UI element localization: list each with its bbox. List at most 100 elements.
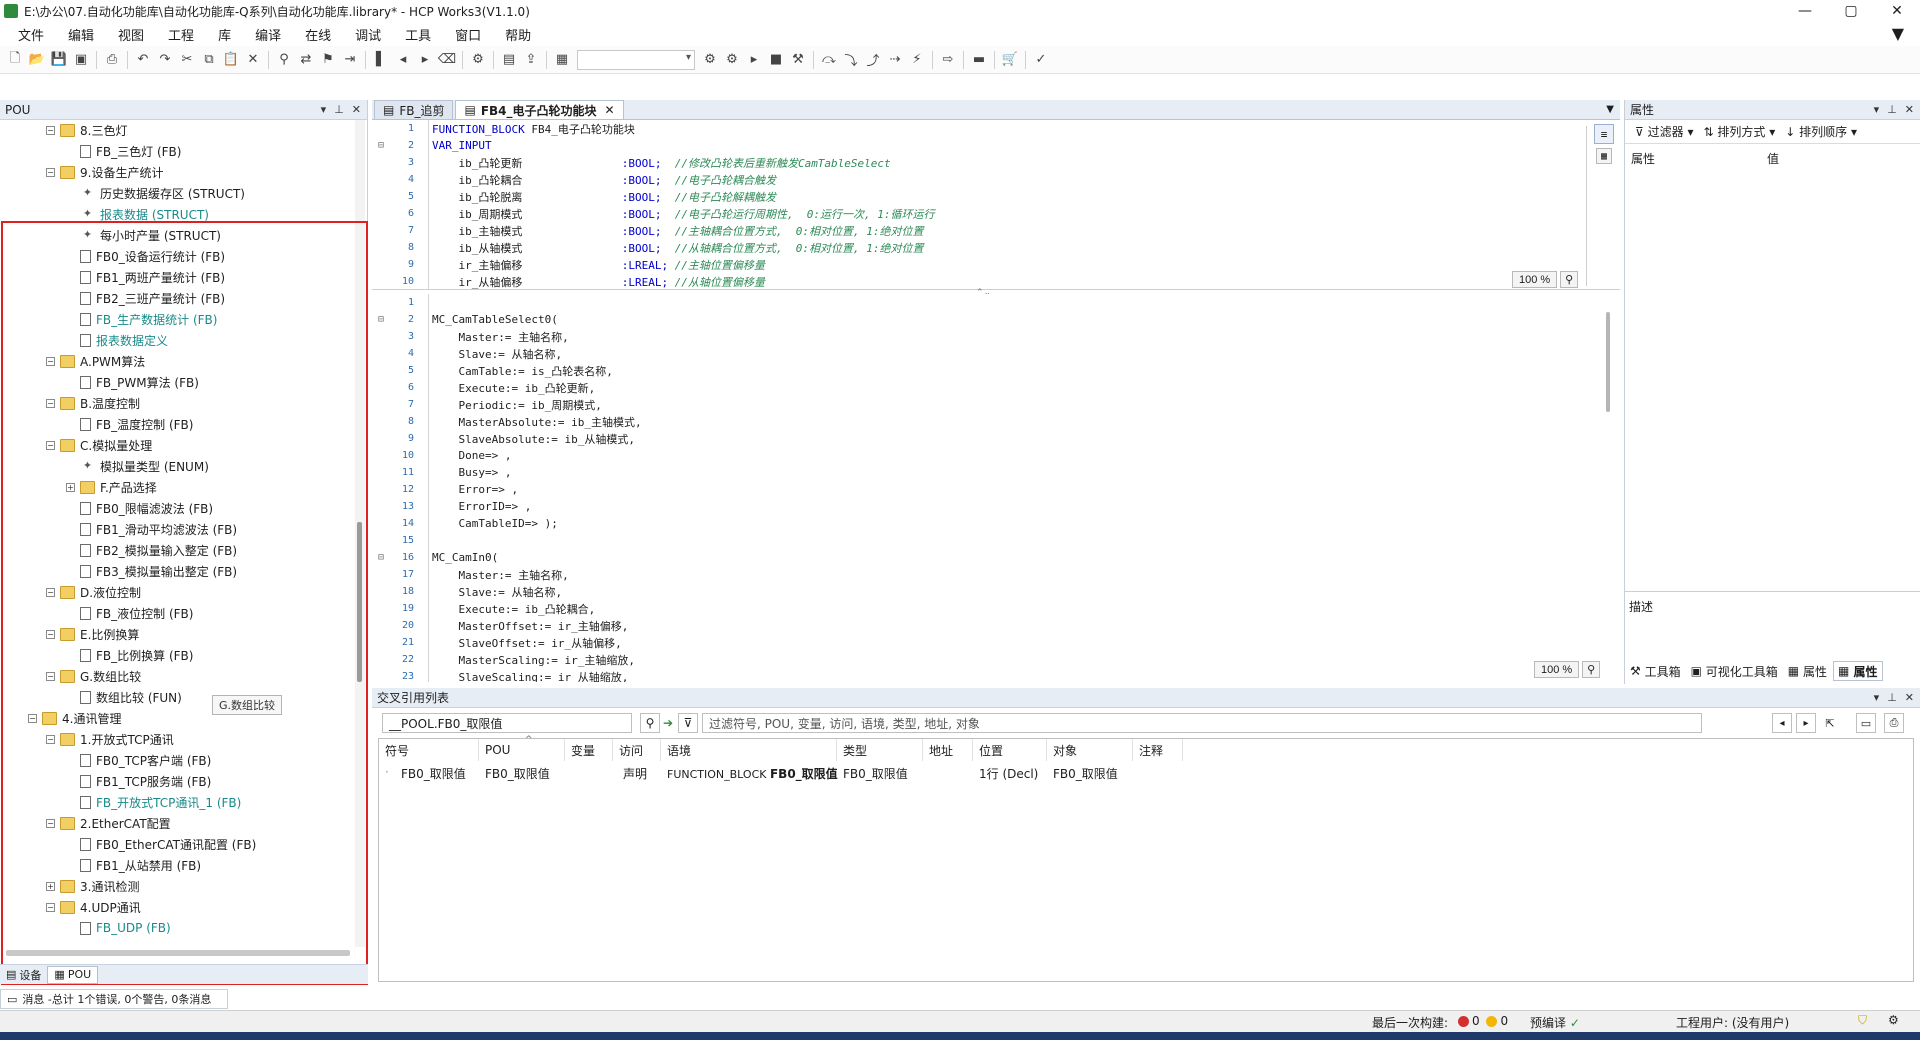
funnel-icon[interactable]: ▼ — [1892, 24, 1904, 43]
copy-icon[interactable]: ⧉ — [198, 49, 220, 71]
expand-icon[interactable]: + — [66, 482, 75, 492]
collapse-icon[interactable]: − — [46, 818, 55, 828]
build-errors[interactable]: 0 0 — [1455, 1014, 1508, 1028]
collapse-icon[interactable]: − — [46, 671, 55, 681]
tab-visual-toolbox[interactable]: ▣ 可视化工具箱 — [1687, 661, 1782, 681]
tree-item[interactable]: − C.模拟量处理 — [46, 435, 152, 455]
collapse-icon[interactable]: − — [46, 734, 55, 744]
tab-fb4-cam[interactable]: ▤ FB4_电子凸轮功能块 ✕ — [455, 100, 624, 119]
column-property[interactable]: 属性 — [1631, 150, 1655, 167]
code-line[interactable]: 5 CamTable:= is_凸轮表名称, — [372, 362, 613, 379]
column-address[interactable]: 地址 — [923, 739, 973, 761]
tree-item[interactable]: 报表数据定义 — [66, 330, 168, 350]
collapse-icon[interactable]: − — [46, 440, 55, 450]
code-line[interactable]: 17 Master:= 主轴名称, — [372, 566, 569, 583]
layout-icon[interactable]: ▭ — [1856, 713, 1876, 733]
declaration-editor[interactable]: 1 FUNCTION_BLOCK FB4_电子凸轮功能块 ⊟ 2 VAR_INPUT 3 … — [372, 120, 1620, 290]
maximize-button[interactable]: ▢ — [1828, 0, 1874, 22]
code-line[interactable]: 10 Done=> , — [372, 447, 512, 464]
code-line[interactable]: 7 ib_主轴模式 :BOOL; //主轴耦合位置方式, 0:相对位置, 1:绝… — [372, 222, 924, 239]
code-line[interactable]: 4 Slave:= 从轴名称, — [372, 345, 562, 362]
tree-item[interactable]: ✦ 每小时产量 (STRUCT) — [66, 225, 221, 245]
bookmark-icon[interactable]: ⚑ — [317, 49, 339, 71]
code-line[interactable]: 19 Execute:= ib_凸轮耦合, — [372, 600, 595, 617]
tree-item[interactable]: FB_三色灯 (FB) — [66, 141, 181, 161]
tree-item[interactable]: FB1_滑动平均滤波法 (FB) — [66, 519, 237, 539]
code-line[interactable]: 1 — [372, 294, 432, 311]
run-to-cursor-icon[interactable]: ⇢ — [884, 49, 906, 71]
step-into-icon[interactable]: ⤵ — [840, 49, 862, 71]
code-line[interactable]: 9 SlaveAbsolute:= ib_从轴模式, — [372, 430, 635, 447]
check-icon[interactable]: ✓ — [1030, 49, 1052, 71]
step-over-icon[interactable]: ⤼ — [818, 49, 840, 71]
tab-toolbox[interactable]: ⚒ 工具箱 — [1626, 661, 1685, 681]
tab-close-icon[interactable]: ✕ — [605, 103, 615, 117]
reset-icon[interactable]: ⚒ — [787, 49, 809, 71]
code-line[interactable]: 5 ib_凸轮脱离 :BOOL; //电子凸轮解耦触发 — [372, 188, 776, 205]
zoom-icon[interactable]: ⚲ — [1582, 661, 1601, 678]
menu-view[interactable]: 视图 — [106, 25, 156, 44]
body-scroll-thumb[interactable] — [1606, 312, 1610, 412]
filter-button[interactable]: ⊽ 过滤器 ▾ — [1635, 123, 1693, 140]
tree-item[interactable]: FB0_限幅滤波法 (FB) — [66, 498, 213, 518]
tree-item[interactable]: − 9.设备生产统计 — [46, 162, 163, 182]
tree-item[interactable]: − D.液位控制 — [46, 582, 141, 602]
table-view-icon[interactable]: ▦ — [1596, 148, 1612, 164]
stop-icon[interactable]: ■ — [765, 49, 787, 71]
close-button[interactable]: ✕ — [1874, 0, 1920, 22]
code-line[interactable]: 6 ib_周期模式 :BOOL; //电子凸轮运行周期性, 0:运行一次, 1:… — [372, 205, 935, 222]
bookmark-toggle-icon[interactable]: ▌ — [370, 49, 392, 71]
code-line[interactable]: 18 Slave:= 从轴名称, — [372, 583, 562, 600]
code-line[interactable]: ⊟ 2 MC_CamTableSelect0( — [372, 311, 558, 328]
code-line[interactable]: 3 ib_凸轮更新 :BOOL; //修改凸轮表后重新触发CamTableSel… — [372, 154, 891, 171]
zoom-icon[interactable]: ⚲ — [1560, 271, 1579, 288]
pou-scroll-thumb[interactable] — [357, 522, 362, 682]
tree-item[interactable]: + F.产品选择 — [66, 477, 157, 497]
panel-menu-icon[interactable]: ▾ — [1874, 103, 1880, 116]
column-symbol[interactable]: 符号 — [379, 739, 479, 761]
calculator-icon[interactable]: ▦ — [551, 49, 573, 71]
code-line[interactable]: 10 ir_从轴偏移 :LREAL; //从轴位置偏移量 — [372, 273, 765, 289]
code-line[interactable]: 4 ib_凸轮耦合 :BOOL; //电子凸轮耦合触发 — [372, 171, 776, 188]
code-line[interactable]: 7 Periodic:= ib_周期模式, — [372, 396, 602, 413]
menu-debug[interactable]: 调试 — [343, 25, 393, 44]
tree-item[interactable]: − 8.三色灯 — [46, 120, 127, 140]
undo-icon[interactable]: ↶ — [132, 49, 154, 71]
previous-icon[interactable]: ◂ — [1772, 713, 1792, 733]
collapse-icon[interactable]: − — [28, 713, 37, 723]
save-all-icon[interactable]: ▣ — [70, 49, 92, 71]
find-icon[interactable]: ⚲ — [273, 49, 295, 71]
tree-item[interactable]: FB0_EtherCAT通讯配置 (FB) — [66, 834, 256, 854]
bookmark-next-icon[interactable]: ▸ — [414, 49, 436, 71]
decl-scrollbar[interactable] — [1586, 126, 1587, 286]
config-combo[interactable] — [577, 49, 695, 70]
tree-item[interactable]: ✦ 报表数据 (STRUCT) — [66, 204, 209, 224]
code-line[interactable]: 20 MasterOffset:= ir_主轴偏移, — [372, 617, 628, 634]
step-out-icon[interactable]: ⤴ — [862, 49, 884, 71]
tree-item[interactable]: − 1.开放式TCP通讯 — [46, 729, 174, 749]
login-icon[interactable]: ⚙ — [699, 49, 721, 71]
redo-icon[interactable]: ↷ — [154, 49, 176, 71]
collapse-icon[interactable]: − — [46, 167, 55, 177]
tab-properties-2[interactable]: ▦ 属性 — [1832, 661, 1883, 681]
menu-edit[interactable]: 编辑 — [56, 25, 106, 44]
tree-item[interactable]: FB1_从站禁用 (FB) — [66, 855, 201, 875]
pin-icon[interactable]: ⊥ — [334, 103, 344, 116]
goto-definition-icon[interactable]: ⇱ — [1820, 713, 1840, 733]
code-line[interactable]: 22 MasterScaling:= ir_主轴缩放, — [372, 651, 635, 668]
tree-item[interactable]: FB1_TCP服务端 (FB) — [66, 771, 211, 791]
tree-item[interactable]: FB_温度控制 (FB) — [66, 414, 193, 434]
tree-item[interactable]: − 2.EtherCAT配置 — [46, 813, 171, 833]
tree-item[interactable]: FB0_设备运行统计 (FB) — [66, 246, 225, 266]
goto-icon[interactable]: ⇥ — [339, 49, 361, 71]
tree-item[interactable]: − G.数组比较 — [46, 666, 141, 686]
textual-view-icon[interactable]: ≡ — [1594, 124, 1614, 144]
export-icon[interactable]: ⇪ — [520, 49, 542, 71]
code-line[interactable]: 8 MasterAbsolute:= ib_主轴模式, — [372, 413, 642, 430]
code-line[interactable]: 13 ErrorID=> , — [372, 498, 531, 515]
tab-pou[interactable]: ▦ POU — [47, 965, 99, 984]
code-line[interactable]: 11 Busy=> , — [372, 464, 512, 481]
collapse-icon[interactable]: − — [46, 125, 55, 135]
column-variable[interactable]: 变量 — [565, 739, 613, 761]
fold-icon[interactable]: ⊟ — [378, 314, 384, 325]
